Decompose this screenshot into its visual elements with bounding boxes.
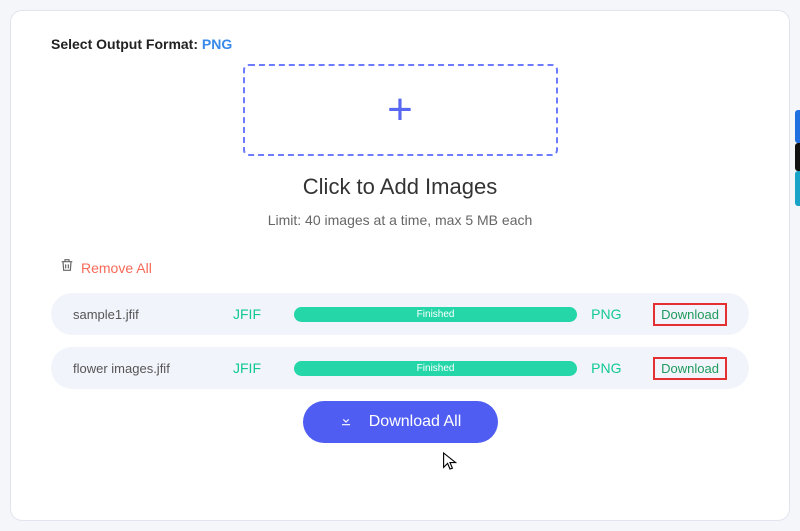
file-input-format: JFIF (233, 360, 288, 376)
download-all-label: Download All (369, 413, 462, 431)
plus-icon: + (387, 88, 413, 132)
file-input-format: JFIF (233, 306, 288, 322)
download-button[interactable]: Download (653, 303, 727, 326)
file-name: sample1.jfif (73, 307, 233, 322)
download-icon (339, 412, 353, 433)
trash-icon (59, 256, 75, 279)
side-tab[interactable] (795, 110, 800, 143)
add-images-dropzone[interactable]: + (243, 64, 558, 156)
file-output-format: PNG (591, 306, 653, 322)
progress-label: Finished (417, 309, 455, 320)
output-format-label: Select Output Format: (51, 36, 198, 52)
download-all-button[interactable]: Download All (303, 401, 498, 443)
output-format-line: Select Output Format: PNG (51, 36, 749, 52)
limit-text: Limit: 40 images at a time, max 5 MB eac… (51, 212, 749, 228)
converter-panel: Select Output Format: PNG + Click to Add… (10, 10, 790, 521)
progress-wrap: Finished (294, 361, 577, 376)
cursor-icon (442, 451, 458, 476)
download-button[interactable]: Download (653, 357, 727, 380)
add-images-title: Click to Add Images (51, 174, 749, 200)
progress-bar: Finished (294, 307, 577, 322)
progress-bar: Finished (294, 361, 577, 376)
side-tab[interactable] (795, 143, 800, 171)
remove-all-label: Remove All (81, 260, 152, 276)
file-row: sample1.jfif JFIF Finished PNG Download (51, 293, 749, 335)
progress-wrap: Finished (294, 307, 577, 322)
output-format-value[interactable]: PNG (202, 36, 232, 52)
file-list: sample1.jfif JFIF Finished PNG Download … (51, 293, 749, 389)
file-name: flower images.jfif (73, 361, 233, 376)
remove-all-button[interactable]: Remove All (59, 256, 152, 279)
file-row: flower images.jfif JFIF Finished PNG Dow… (51, 347, 749, 389)
file-output-format: PNG (591, 360, 653, 376)
progress-label: Finished (417, 363, 455, 374)
side-tab[interactable] (795, 171, 800, 206)
side-tabs (795, 110, 800, 206)
